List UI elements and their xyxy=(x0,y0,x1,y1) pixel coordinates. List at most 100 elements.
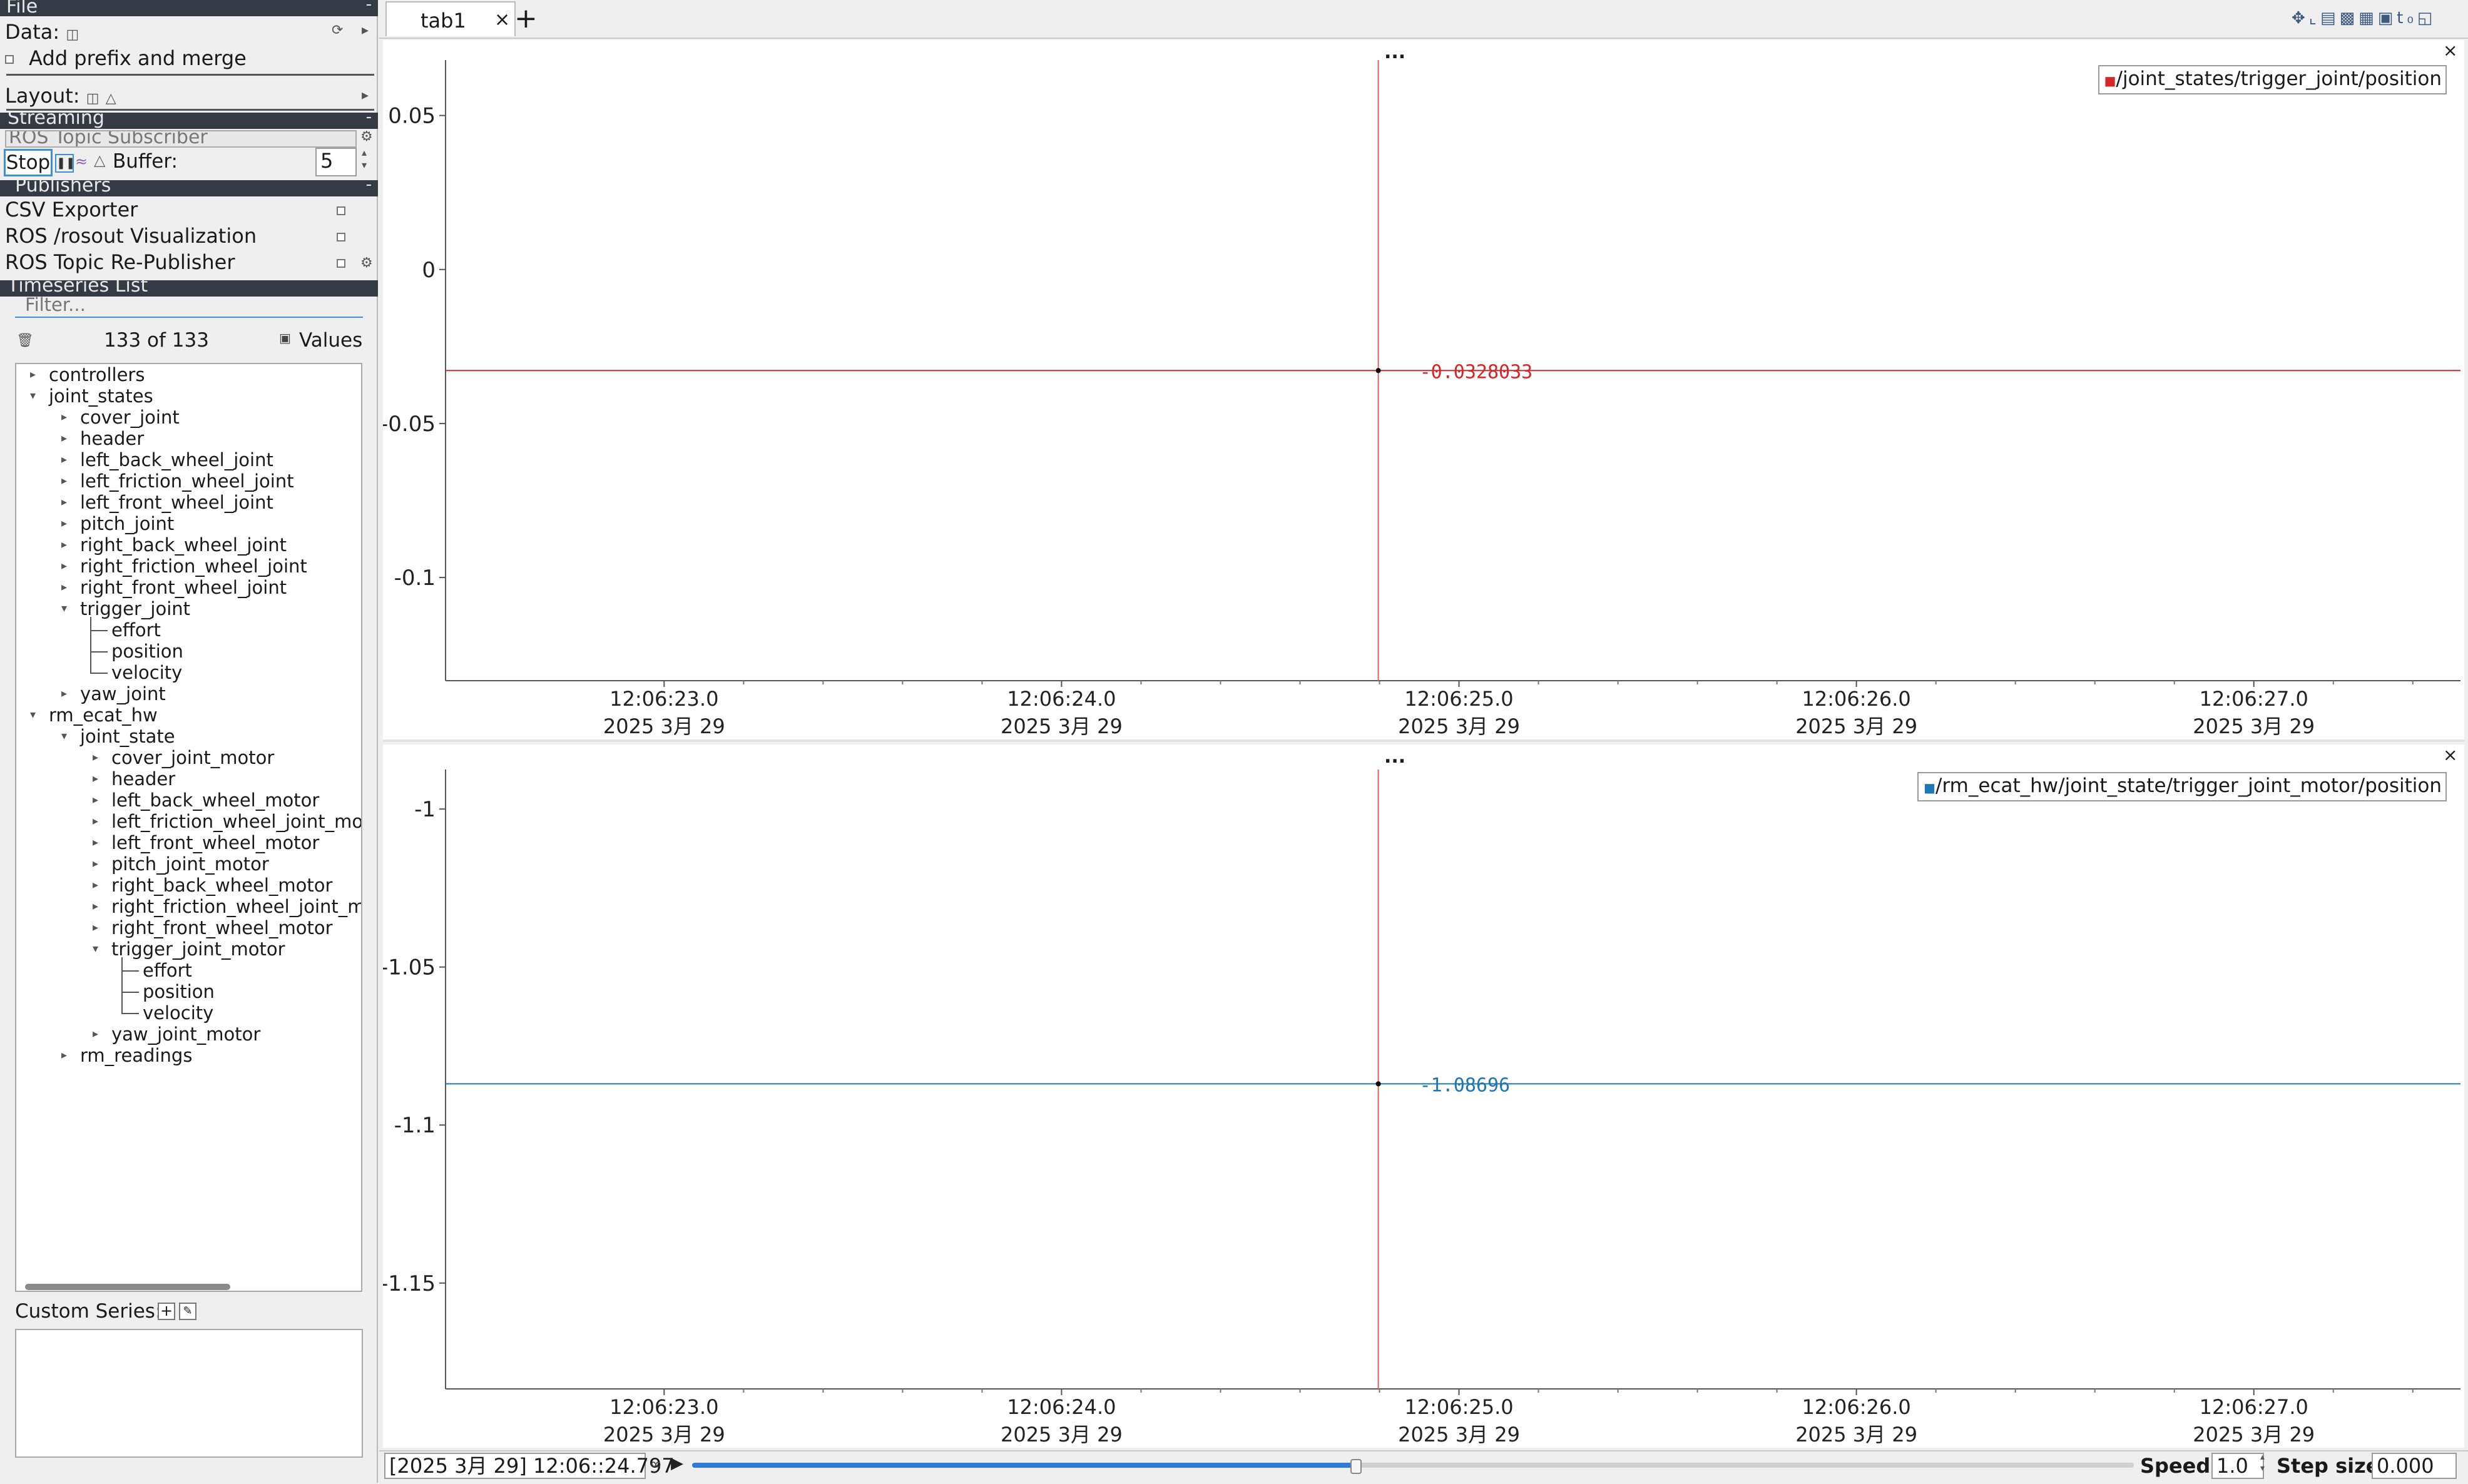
tree-item[interactable]: joint_states xyxy=(49,385,153,407)
plot-bottom[interactable]: ... × ■/rm_ecat_hw/joint_state/trigger_j… xyxy=(383,745,2464,1448)
step-size-input[interactable]: 0.000 xyxy=(2372,1453,2457,1479)
expand-arrow-icon[interactable]: ▸ xyxy=(61,432,67,445)
tree-item[interactable]: effort xyxy=(111,619,161,641)
bell-icon[interactable]: △ xyxy=(94,151,105,169)
tree-item[interactable]: left_friction_wheel_joint xyxy=(80,470,294,492)
prefix-merge-checkbox[interactable] xyxy=(5,55,14,64)
plot-top[interactable]: ... × ■/joint_states/trigger_joint/posit… xyxy=(383,40,2464,739)
collapse-icon[interactable]: - xyxy=(366,180,372,193)
zoom-icon[interactable]: ▣ xyxy=(2378,9,2397,28)
loop-icon[interactable]: ∞ xyxy=(650,1455,662,1473)
tree-item[interactable]: trigger_joint xyxy=(80,598,190,619)
expand-arrow-icon[interactable]: ▸ xyxy=(93,793,98,806)
tree-item[interactable]: left_front_wheel_motor xyxy=(111,832,319,853)
tree-item[interactable]: trigger_joint_motor xyxy=(111,938,285,960)
collapse-icon[interactable]: - xyxy=(366,113,372,125)
plot-canvas[interactable]: 0.05 0 -0.05 -0.1 12:06:23.0 2025 3月 29 12:06:… xyxy=(383,40,2464,739)
link-icon[interactable]: ▩ xyxy=(2340,9,2359,28)
plot-splitter[interactable] xyxy=(383,739,2464,742)
stop-button[interactable]: Stop xyxy=(4,149,53,176)
expand-arrow-icon[interactable]: ▸ xyxy=(93,1027,98,1040)
values-radio[interactable]: ▣ xyxy=(279,330,291,345)
tree-item[interactable]: rm_ecat_hw xyxy=(49,704,158,726)
tree-item[interactable]: header xyxy=(111,768,175,790)
chart-icon[interactable]: ⌞ xyxy=(2309,9,2320,28)
tree-item[interactable]: right_back_wheel_joint xyxy=(80,534,287,556)
layout-menu-arrow-icon[interactable]: ▸ xyxy=(362,88,369,103)
speed-input[interactable]: 1.0 xyxy=(2211,1453,2264,1479)
tree-horizontal-scrollbar[interactable] xyxy=(25,1284,230,1290)
collapse-arrow-icon[interactable]: ▾ xyxy=(93,942,98,955)
custom-series-list[interactable] xyxy=(15,1329,363,1458)
plot-canvas[interactable]: -1 -1.05 -1.1 -1.15 12:06:23.0 2025 3月 29 12:0… xyxy=(383,745,2464,1448)
time-slider-handle[interactable] xyxy=(1350,1459,1362,1474)
tree-item[interactable]: velocity xyxy=(111,662,182,683)
publisher-checkbox[interactable] xyxy=(337,259,345,268)
time-offset-icon[interactable]: t₀ xyxy=(2397,9,2417,28)
buffer-spinner-icon[interactable]: ▴ ▾ xyxy=(362,146,367,171)
tree-item[interactable]: yaw_joint xyxy=(80,683,166,704)
tree-item[interactable]: position xyxy=(111,641,183,662)
tree-item[interactable]: pitch_joint_motor xyxy=(111,853,269,875)
filter-input[interactable] xyxy=(15,293,363,318)
timeseries-tree[interactable]: controllers ▸ joint_states ▾ cover_joint ▸ hea… xyxy=(15,363,362,1292)
tree-item[interactable]: cover_joint xyxy=(80,407,180,428)
expand-arrow-icon[interactable]: ▸ xyxy=(61,581,67,594)
publisher-item-csv-exporter[interactable]: CSV Exporter xyxy=(5,198,138,221)
expand-arrow-icon[interactable]: ▸ xyxy=(61,453,67,466)
expand-arrow-icon[interactable]: ▸ xyxy=(61,538,67,551)
pause-icon[interactable]: ❚❚ xyxy=(55,154,75,173)
tree-item[interactable]: position xyxy=(143,981,215,1002)
prefix-merge-row[interactable]: Add prefix and merge xyxy=(5,46,247,70)
publisher-checkbox[interactable] xyxy=(337,206,345,215)
expand-arrow-icon[interactable]: ▸ xyxy=(93,857,98,870)
tree-item[interactable]: left_back_wheel_joint xyxy=(80,449,273,470)
collapse-arrow-icon[interactable]: ▾ xyxy=(30,708,36,721)
subscriber-select[interactable]: ROS Topic Subscriber xyxy=(5,130,357,148)
add-tab-icon[interactable]: + xyxy=(514,3,538,34)
tree-item[interactable]: velocity xyxy=(143,1002,213,1024)
tree-item[interactable]: left_back_wheel_motor xyxy=(111,790,319,811)
publisher-item-republisher[interactable]: ROS Topic Re-Publisher xyxy=(5,250,235,274)
expand-arrow-icon[interactable]: ▸ xyxy=(93,921,98,934)
broadcast-icon[interactable]: ≈ xyxy=(75,153,88,170)
expand-arrow-icon[interactable]: ▸ xyxy=(93,772,98,785)
close-tab-icon[interactable]: × xyxy=(494,9,510,31)
expand-arrow-icon[interactable]: ▸ xyxy=(61,496,67,509)
play-icon[interactable]: ▶ xyxy=(671,1454,683,1473)
publishers-header[interactable]: Publishers - xyxy=(0,180,378,196)
load-layout-icon[interactable]: ◫ xyxy=(86,91,99,106)
tree-item[interactable]: joint_state xyxy=(80,726,175,747)
time-slider[interactable] xyxy=(692,1459,2134,1474)
reload-icon[interactable]: ⟳ xyxy=(332,23,343,38)
streaming-header[interactable]: Streaming - xyxy=(0,113,378,129)
expand-arrow-icon[interactable]: ▸ xyxy=(61,559,67,572)
trash-icon[interactable]: 🗑 xyxy=(16,333,34,348)
tree-item[interactable]: right_front_wheel_motor xyxy=(111,917,333,938)
file-menu-header[interactable]: File - xyxy=(0,0,378,16)
tree-item[interactable]: right_friction_wheel_joint_mo xyxy=(111,896,361,917)
collapse-arrow-icon[interactable]: ▾ xyxy=(61,729,67,743)
tree-item[interactable]: right_back_wheel_motor xyxy=(111,875,332,896)
speed-spinner-icon[interactable]: ▴ ▾ xyxy=(2260,1451,2265,1474)
expand-arrow-icon[interactable]: ▸ xyxy=(61,1049,67,1062)
subscriber-settings-icon[interactable]: ⚙ xyxy=(360,129,373,145)
republisher-settings-icon[interactable]: ⚙ xyxy=(360,255,373,271)
expand-arrow-icon[interactable]: ▸ xyxy=(30,368,36,381)
tree-item[interactable]: rm_readings xyxy=(80,1045,192,1066)
publisher-item-rosout[interactable]: ROS /rosout Visualization xyxy=(5,224,257,248)
tree-item[interactable]: right_friction_wheel_joint xyxy=(80,556,307,577)
collapse-icon[interactable]: - xyxy=(366,0,372,13)
collapse-arrow-icon[interactable]: ▾ xyxy=(61,602,67,615)
expand-arrow-icon[interactable]: ▸ xyxy=(61,474,67,487)
tab-tab1[interactable]: tab1 × xyxy=(385,1,516,36)
move-icon[interactable]: ✥ xyxy=(2292,9,2309,28)
tree-item[interactable]: header xyxy=(80,428,144,449)
expand-arrow-icon[interactable]: ▸ xyxy=(93,751,98,764)
tree-item[interactable]: yaw_joint_motor xyxy=(111,1024,260,1045)
edit-custom-series-icon[interactable]: ✎ xyxy=(179,1303,196,1320)
collapse-arrow-icon[interactable]: ▾ xyxy=(30,389,36,402)
legend-icon[interactable]: ▤ xyxy=(2320,9,2340,28)
tree-item[interactable]: cover_joint_motor xyxy=(111,747,274,768)
tree-item[interactable]: effort xyxy=(143,960,192,981)
